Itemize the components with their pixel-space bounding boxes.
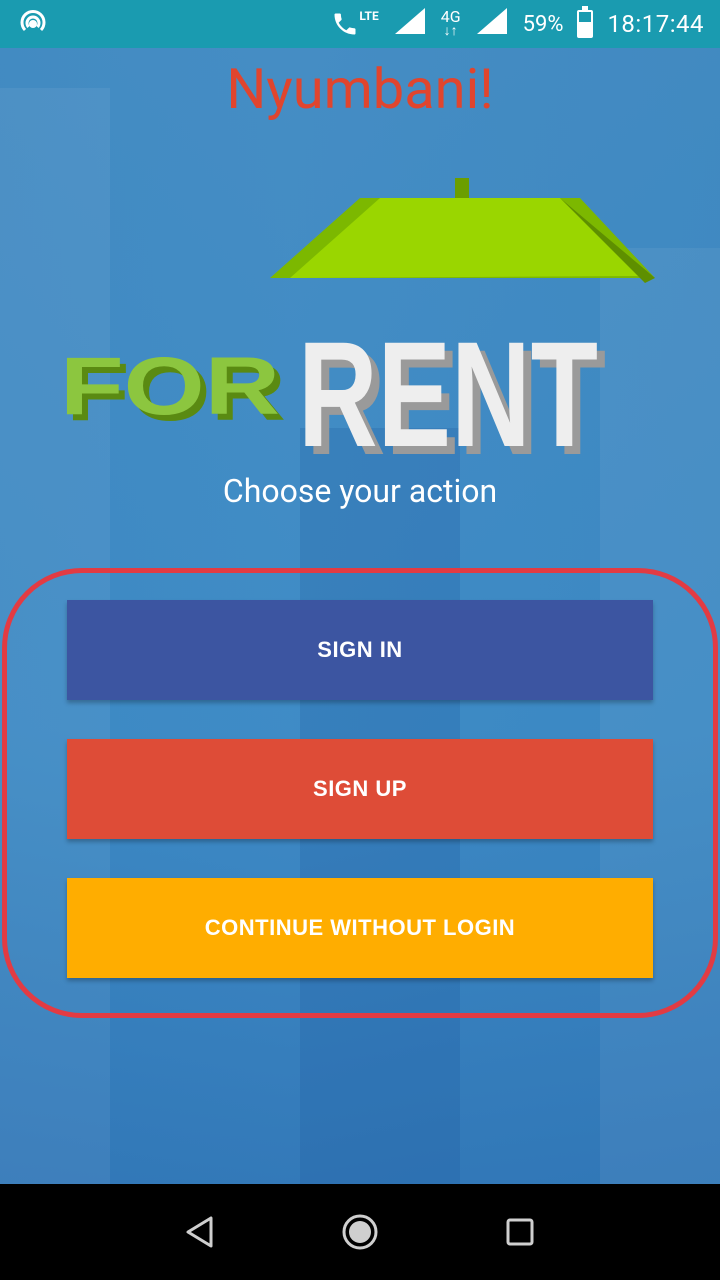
call-lte-icon: LTE [331,9,379,38]
recents-icon[interactable] [490,1202,550,1262]
logo-word-for: FOR [60,341,280,432]
back-icon[interactable] [170,1202,230,1262]
app-title: Nyumbani! [226,56,494,122]
navigation-bar [0,1184,720,1280]
for-rent-logo: FOR FOR RENT RENT [60,158,660,486]
signal-icon [393,6,427,42]
logo-word-rent: RENT [298,310,598,458]
network-4g: 4G ↓↑ [440,7,461,39]
data-arrows-icon: ↓↑ [443,23,458,39]
lte-label: LTE [359,9,379,23]
sign-up-button[interactable]: SIGN UP [67,739,653,839]
status-bar: LTE 4G ↓↑ 59% 18:17:44 [0,0,720,48]
clock: 18:17:44 [607,10,704,38]
home-icon[interactable] [330,1202,390,1262]
hotspot-icon [16,7,50,41]
battery-icon [577,6,594,38]
battery-percent: 59% [522,11,564,37]
network-label: 4G [440,7,461,26]
signal-icon-2 [475,6,509,42]
choose-action-label: Choose your action [222,472,498,510]
sign-in-button[interactable]: SIGN IN [67,600,653,700]
continue-without-login-button[interactable]: CONTINUE WITHOUT LOGIN [67,878,653,978]
app-screen: Nyumbani! FOR FOR RENT RENT Choose your … [0,48,720,1184]
